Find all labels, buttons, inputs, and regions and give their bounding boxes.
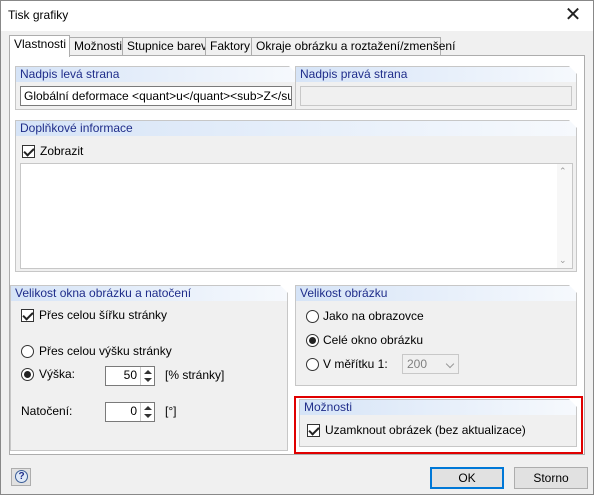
window-size-header: Velikost okna obrázku a natočení xyxy=(11,285,288,301)
left-caption-header: Nadpis levá strana xyxy=(16,66,297,82)
rotation-spin-buttons[interactable] xyxy=(140,403,154,421)
extra-info-group: Doplňkové informace Zobrazit ⌃ ⌄ xyxy=(15,120,577,272)
height-unit: [% stránky] xyxy=(165,368,225,382)
extra-info-textarea[interactable]: ⌃ ⌄ xyxy=(20,163,573,269)
options-group: Možnosti Uzamknout obrázek (bez aktualiz… xyxy=(299,399,577,447)
tab-vlastnosti[interactable]: Vlastnosti xyxy=(9,35,70,57)
window-title: Tisk grafiky xyxy=(8,8,69,22)
options-header: Možnosti xyxy=(300,399,577,415)
tab-faktory[interactable]: Faktory xyxy=(205,37,252,56)
scale-label: V měřítku 1: xyxy=(323,357,388,371)
show-extra-info-label: Zobrazit xyxy=(40,144,84,158)
full-width-label: Přes celou šířku stránky xyxy=(39,308,168,322)
image-size-header: Velikost obrázku xyxy=(296,285,577,301)
tab-panel-vlastnosti: Nadpis levá strana Globální deformace <q… xyxy=(9,55,585,455)
scroll-up-icon[interactable]: ⌃ xyxy=(559,166,567,177)
rotation-spinner[interactable]: 0 xyxy=(105,402,155,422)
scale-value: 200 xyxy=(407,357,428,371)
whole-window-radio[interactable] xyxy=(306,334,319,347)
tab-stupnice-barev[interactable]: Stupnice barev xyxy=(122,37,207,56)
height-value: 50 xyxy=(123,368,137,382)
height-label: Výška: xyxy=(39,367,76,381)
right-caption-input[interactable] xyxy=(300,86,572,106)
show-extra-info-checkbox[interactable] xyxy=(22,145,35,158)
image-size-group: Velikost obrázku Jako na obrazovce Celé … xyxy=(295,285,577,386)
scale-dropdown[interactable]: 200 xyxy=(402,354,459,374)
help-button[interactable]: ? xyxy=(11,468,31,486)
extra-info-scrollbar[interactable]: ⌃ ⌄ xyxy=(557,164,572,268)
scroll-down-icon[interactable]: ⌄ xyxy=(559,255,567,266)
rotation-value: 0 xyxy=(130,404,137,418)
as-on-screen-label: Jako na obrazovce xyxy=(323,309,424,323)
tab-moznosti[interactable]: Možnosti xyxy=(69,37,123,56)
full-width-checkbox[interactable] xyxy=(21,309,34,322)
tab-okraje[interactable]: Okraje obrázku a roztažení/zmenšení xyxy=(251,37,455,56)
lock-image-checkbox[interactable] xyxy=(307,424,320,437)
full-height-radio[interactable] xyxy=(21,345,34,358)
left-caption-input[interactable]: Globální deformace <quant>u</quant><sub>… xyxy=(20,86,292,106)
height-spin-buttons[interactable] xyxy=(140,367,154,385)
full-height-label: Přes celou výšku stránky xyxy=(39,344,172,358)
lock-image-label: Uzamknout obrázek (bez aktualizace) xyxy=(325,423,526,437)
chevron-down-icon xyxy=(445,359,455,369)
rotation-label: Natočení: xyxy=(21,404,73,418)
close-icon[interactable]: ✕ xyxy=(561,3,585,27)
height-radio[interactable] xyxy=(21,368,34,381)
help-icon: ? xyxy=(15,470,28,483)
as-on-screen-radio[interactable] xyxy=(306,310,319,323)
height-spinner[interactable]: 50 xyxy=(105,366,155,386)
print-graphics-dialog: Tisk grafiky ✕ Vlastnosti Možnosti Stupn… xyxy=(0,0,594,495)
right-caption-group: Nadpis pravá strana xyxy=(295,66,577,110)
cancel-button[interactable]: Storno xyxy=(514,467,588,489)
right-caption-header: Nadpis pravá strana xyxy=(296,66,577,82)
ok-button[interactable]: OK xyxy=(430,467,504,489)
title-bar: Tisk grafiky ✕ xyxy=(1,1,593,31)
rotation-unit: [°] xyxy=(165,404,177,418)
scale-radio[interactable] xyxy=(306,358,319,371)
left-caption-group: Nadpis levá strana Globální deformace <q… xyxy=(15,66,297,110)
window-size-group: Velikost okna obrázku a natočení Přes ce… xyxy=(10,285,288,451)
extra-info-header: Doplňkové informace xyxy=(16,120,577,136)
whole-window-label: Celé okno obrázku xyxy=(323,333,424,347)
